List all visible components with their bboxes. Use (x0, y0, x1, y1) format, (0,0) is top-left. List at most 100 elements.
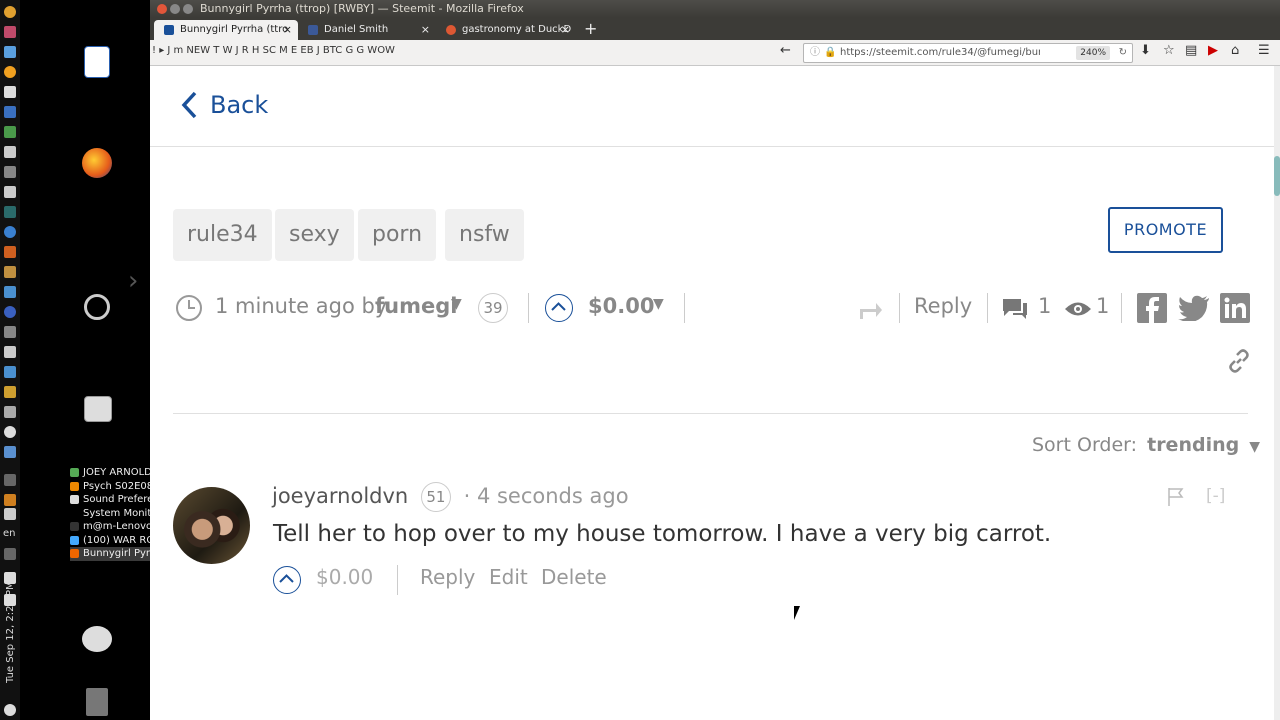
maximize-window-icon[interactable] (183, 4, 193, 14)
bitcoin-icon[interactable] (4, 66, 16, 78)
updates-icon[interactable] (4, 6, 16, 18)
window-icon (70, 495, 79, 505)
app-icon[interactable] (4, 446, 16, 458)
sort-value[interactable]: trending (1147, 434, 1239, 456)
app-icon[interactable] (4, 306, 16, 318)
tab-duckduckgo[interactable]: gastronomy at DuckD × (436, 20, 576, 40)
collapse-comment-button[interactable]: [-] (1206, 486, 1225, 506)
flag-icon[interactable] (1167, 487, 1185, 507)
reader-icon[interactable]: ▤ (1185, 43, 1197, 58)
spreadsheet-icon[interactable] (4, 126, 16, 138)
editor-icon[interactable] (4, 86, 16, 98)
facebook-share-icon[interactable] (1137, 293, 1167, 323)
reload-icon[interactable]: ↻ (1119, 44, 1127, 62)
tab-facebook[interactable]: Daniel Smith × (298, 20, 436, 40)
payout-dropdown-icon[interactable]: ▼ (653, 296, 664, 312)
system-panel: en Tue Sep 12, 2:28 PM (0, 0, 20, 720)
app-icon[interactable] (4, 326, 16, 338)
new-tab-button[interactable]: + (584, 18, 597, 40)
comment-time[interactable]: · 4 seconds ago (464, 484, 629, 508)
app-icon[interactable] (4, 186, 16, 198)
comment-edit-link[interactable]: Edit (489, 565, 528, 589)
commenter-avatar[interactable] (173, 487, 250, 564)
url-bar[interactable]: ⓘ 🔒 https://steemit.com/rule34/@fumegi/b… (803, 43, 1133, 63)
chevron-right-icon[interactable]: › (128, 266, 138, 296)
post-payout[interactable]: $0.00 (588, 294, 654, 318)
app-icon[interactable] (4, 426, 16, 438)
app-icon[interactable] (4, 406, 16, 418)
menu-icon[interactable]: ☰ (1258, 43, 1270, 58)
sort-dropdown-icon[interactable]: ▼ (1249, 439, 1260, 455)
tag-nsfw[interactable]: nsfw (445, 209, 524, 261)
steemit-page: Back rule34 sexy porn nsfw PROMOTE 1 min… (150, 66, 1274, 720)
comment-reply-link[interactable]: Reply (420, 565, 475, 589)
tag-rule34[interactable]: rule34 (173, 209, 272, 261)
app-icon[interactable] (4, 166, 16, 178)
comment-payout[interactable]: $0.00 (316, 565, 373, 589)
scrollbar[interactable] (1274, 66, 1280, 720)
vlc-icon[interactable] (4, 494, 16, 506)
archive-icon[interactable] (84, 396, 112, 422)
app-icon[interactable] (4, 246, 16, 258)
tag-sexy[interactable]: sexy (275, 209, 354, 261)
trash-icon[interactable] (86, 688, 108, 716)
comment-delete-link[interactable]: Delete (541, 565, 607, 589)
mute-icon[interactable] (4, 548, 16, 560)
user-icon[interactable] (82, 626, 112, 652)
sort-order[interactable]: Sort Order: trending ▼ (1032, 434, 1260, 456)
app-icon[interactable] (4, 46, 16, 58)
comment-author-reputation: 51 (420, 482, 451, 512)
tag-porn[interactable]: porn (358, 209, 437, 261)
wifi-icon[interactable] (4, 508, 16, 520)
close-tab-icon[interactable]: × (421, 20, 430, 40)
permalink-icon[interactable] (1227, 349, 1251, 373)
url-text[interactable]: https://steemit.com/rule34/@fumegi/bunny (840, 44, 1040, 62)
home-icon[interactable]: ⌂ (1231, 43, 1239, 58)
back-link[interactable]: Back (180, 90, 268, 120)
app-icon[interactable] (4, 386, 16, 398)
tab-steemit[interactable]: Bunnygirl Pyrrha (ttro × (154, 20, 298, 40)
settings-icon[interactable] (84, 294, 110, 320)
grid-icon[interactable] (4, 146, 16, 158)
linkedin-share-icon[interactable] (1220, 293, 1250, 323)
download-icon[interactable]: ⬇ (1140, 43, 1151, 58)
writer-icon[interactable] (84, 46, 110, 78)
comments-icon[interactable] (1001, 297, 1029, 321)
comment-upvote-button[interactable] (273, 566, 301, 594)
calendar-icon[interactable] (4, 106, 16, 118)
app-icon[interactable] (4, 26, 16, 38)
zoom-level[interactable]: 240% (1076, 46, 1110, 60)
app-icon[interactable] (4, 366, 16, 378)
close-tab-icon[interactable]: × (561, 20, 570, 40)
youtube-icon[interactable]: ▶ (1208, 43, 1218, 58)
chevron-left-icon (181, 91, 197, 119)
twitter-share-icon[interactable] (1178, 295, 1210, 321)
terminal-icon[interactable] (4, 206, 16, 218)
close-window-icon[interactable] (157, 4, 167, 14)
author-reputation: 39 (478, 293, 508, 323)
comments-count: 1 (1038, 294, 1052, 318)
author-dropdown-icon[interactable]: ▼ (451, 296, 462, 312)
post-author-link[interactable]: fumegi (375, 294, 457, 318)
back-arrow-icon[interactable]: ← (780, 43, 791, 58)
monitor-icon[interactable] (4, 346, 16, 358)
post-reply-link[interactable]: Reply (914, 294, 972, 318)
close-tab-icon[interactable]: × (283, 20, 292, 40)
clock[interactable]: Tue Sep 12, 2:28 PM (5, 581, 17, 683)
bluetooth-icon[interactable] (4, 474, 16, 486)
power-icon[interactable] (4, 704, 16, 716)
bookmarks-toolbar[interactable]: ! ▸ J m NEW T W J R H SC M E EB J BTC G … (152, 45, 772, 61)
scrollbar-thumb[interactable] (1274, 156, 1280, 196)
minimize-window-icon[interactable] (170, 4, 180, 14)
firefox-icon[interactable] (82, 148, 112, 178)
info-icon[interactable]: ⓘ (810, 44, 820, 62)
browser-icon[interactable] (4, 226, 16, 238)
upvote-button[interactable] (545, 294, 573, 322)
app-icon[interactable] (4, 286, 16, 298)
app-icon[interactable] (4, 266, 16, 278)
promote-button[interactable]: PROMOTE (1108, 207, 1223, 253)
bookmark-star-icon[interactable]: ☆ (1163, 43, 1175, 58)
keyboard-layout[interactable]: en (3, 528, 16, 539)
comment-author-link[interactable]: joeyarnoldvn (272, 484, 408, 508)
resteem-icon[interactable] (858, 299, 884, 321)
